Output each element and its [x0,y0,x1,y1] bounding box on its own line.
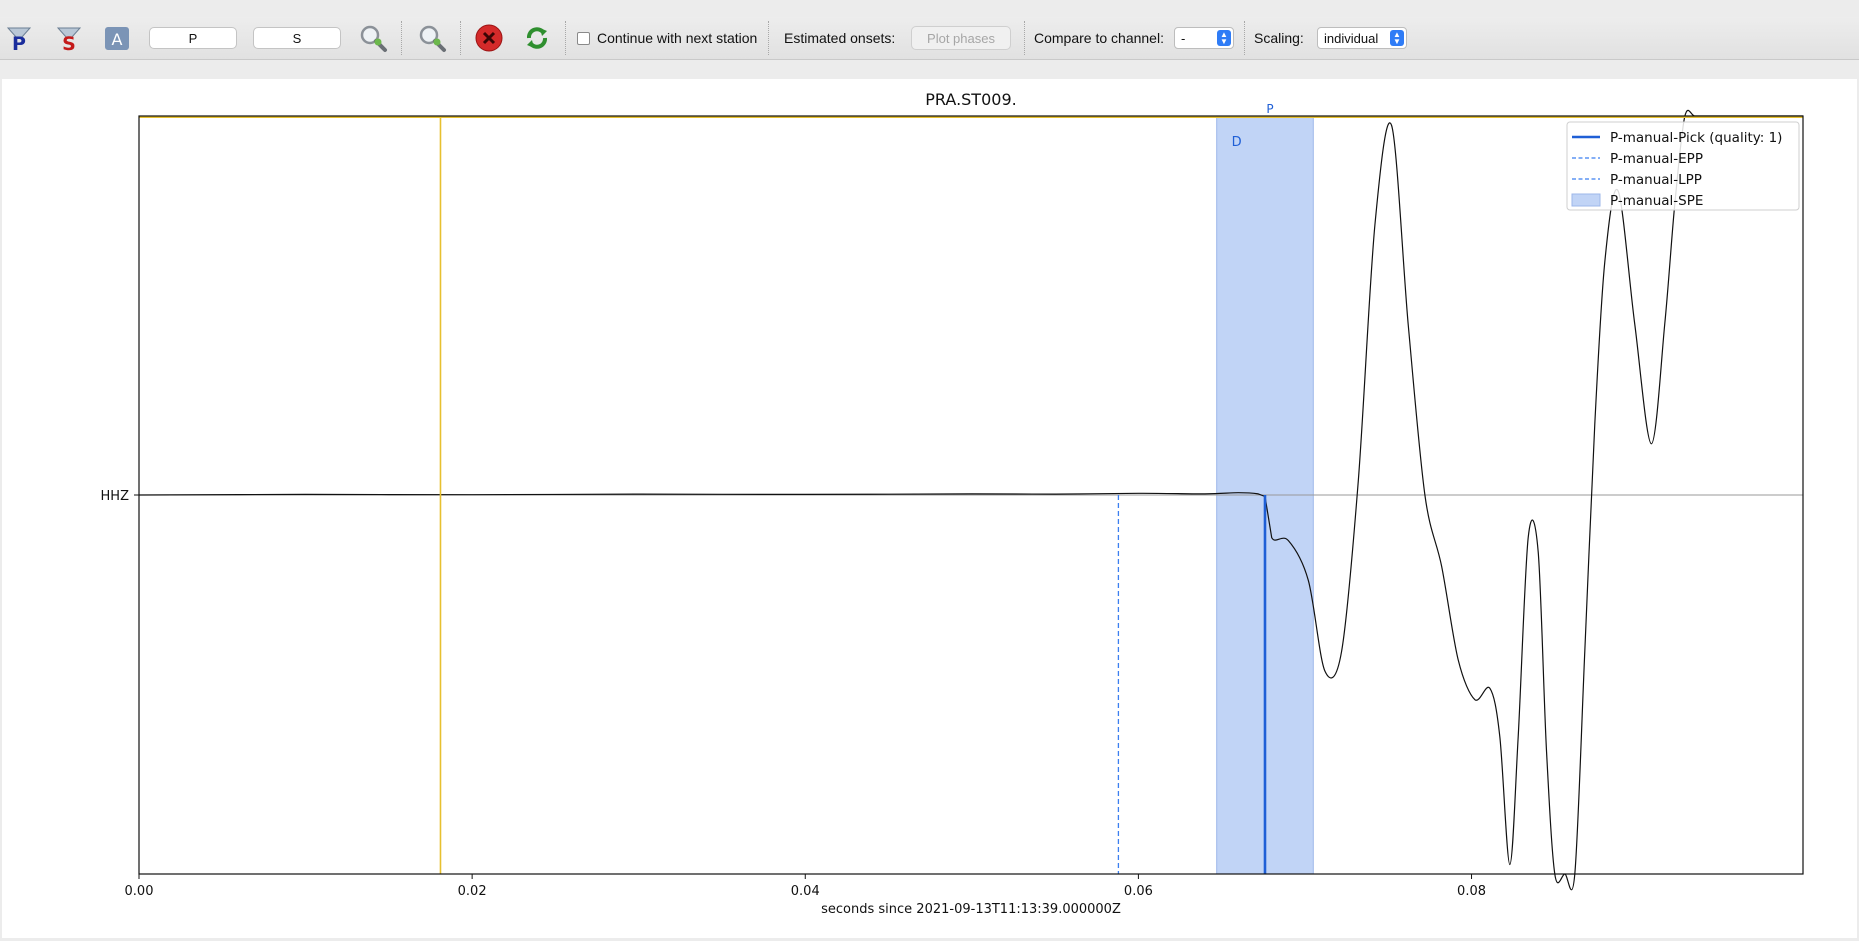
a-icon: A [105,27,129,50]
svg-text:S: S [62,33,76,53]
compare-channel-label-wrap: Compare to channel: [1034,17,1164,59]
toolbar-separator [401,21,402,55]
toolbar-separator [565,21,566,55]
plot-canvas[interactable]: PRA.ST009. P D 0.00 0.02 0.04 0.06 0.08 HHZ s… [2,79,1857,938]
refresh-button[interactable] [522,17,552,59]
s-filter-icon: S [56,27,82,53]
updown-arrows-icon: ▲ ▼ [1217,30,1231,46]
x-tick-label: 0.02 [458,884,487,899]
s-pick-button[interactable]: S [253,17,341,59]
pick-phase-label: P [1266,102,1273,116]
toolbar-separator [460,21,461,55]
toolbar-separator [768,21,769,55]
x-axis-label: seconds since 2021-09-13T11:13:39.000000… [821,902,1121,917]
legend-entry-label: P-manual-LPP [1610,172,1702,188]
p-filter-button[interactable]: P [4,17,34,59]
svg-text:A: A [112,30,123,49]
legend-swatch [1571,193,1601,207]
continue-next-station-toggle[interactable]: Continue with next station [577,17,757,59]
refresh-icon [527,27,547,49]
scaling-label-wrap: Scaling: [1254,17,1304,59]
updown-arrows-icon: ▲ ▼ [1390,30,1404,46]
continue-label: Continue with next station [597,30,758,46]
continue-checkbox[interactable] [577,31,590,45]
s-filter-button[interactable]: S [54,17,84,59]
svg-text:P: P [12,33,26,53]
legend-entry-label: P-manual-EPP [1610,151,1703,167]
compare-channel-label: Compare to channel: [1034,30,1164,46]
channel-label: HHZ [101,489,130,504]
chart-title: PRA.ST009. [925,90,1016,109]
p-pick-button[interactable]: P [149,17,237,59]
plot-phases-button[interactable]: Plot phases [911,17,1011,59]
scaling-label: Scaling: [1254,30,1304,46]
picking-toolbar: P S A P S Continue with next station Est… [0,17,1859,60]
magnifier-zoom-icon [360,25,387,52]
p-filter-icon: P [6,27,32,53]
x-tick-label: 0.06 [1124,884,1153,899]
polarity-label: D [1232,135,1242,150]
toolbar-separator [1244,21,1245,55]
seismogram-chart[interactable]: PRA.ST009. P D 0.00 0.02 0.04 0.06 0.08 HHZ s… [2,79,1857,938]
compare-channel-value: - [1181,30,1186,46]
scaling-select[interactable]: individual ▲ ▼ [1317,17,1407,59]
legend-entry-label: P-manual-Pick (quality: 1) [1610,130,1782,146]
scaling-value: individual [1324,30,1379,46]
x-tick-label: 0.08 [1457,884,1486,899]
toolbar-separator [1024,21,1025,55]
zoom-in-button[interactable] [358,17,388,59]
close-icon [475,24,503,52]
x-tick-label: 0.04 [791,884,820,899]
s-pick-label: S [253,27,341,49]
a-button[interactable]: A [102,17,132,59]
p-pick-label: P [149,27,237,49]
estimated-onsets-label-wrap: Estimated onsets: [784,17,895,59]
waveform-trace-hhz [138,109,1803,891]
delete-picks-button[interactable] [474,17,504,59]
plot-phases-label: Plot phases [911,26,1011,50]
zoom-reset-button[interactable] [417,17,447,59]
estimated-onsets-label: Estimated onsets: [784,30,896,46]
compare-channel-select[interactable]: - ▲ ▼ [1174,17,1234,59]
x-tick-label: 0.00 [125,884,154,899]
legend-entry-label: P-manual-SPE [1610,193,1703,209]
window-titlebar [0,0,1859,18]
magnifier-reset-icon [419,25,446,52]
